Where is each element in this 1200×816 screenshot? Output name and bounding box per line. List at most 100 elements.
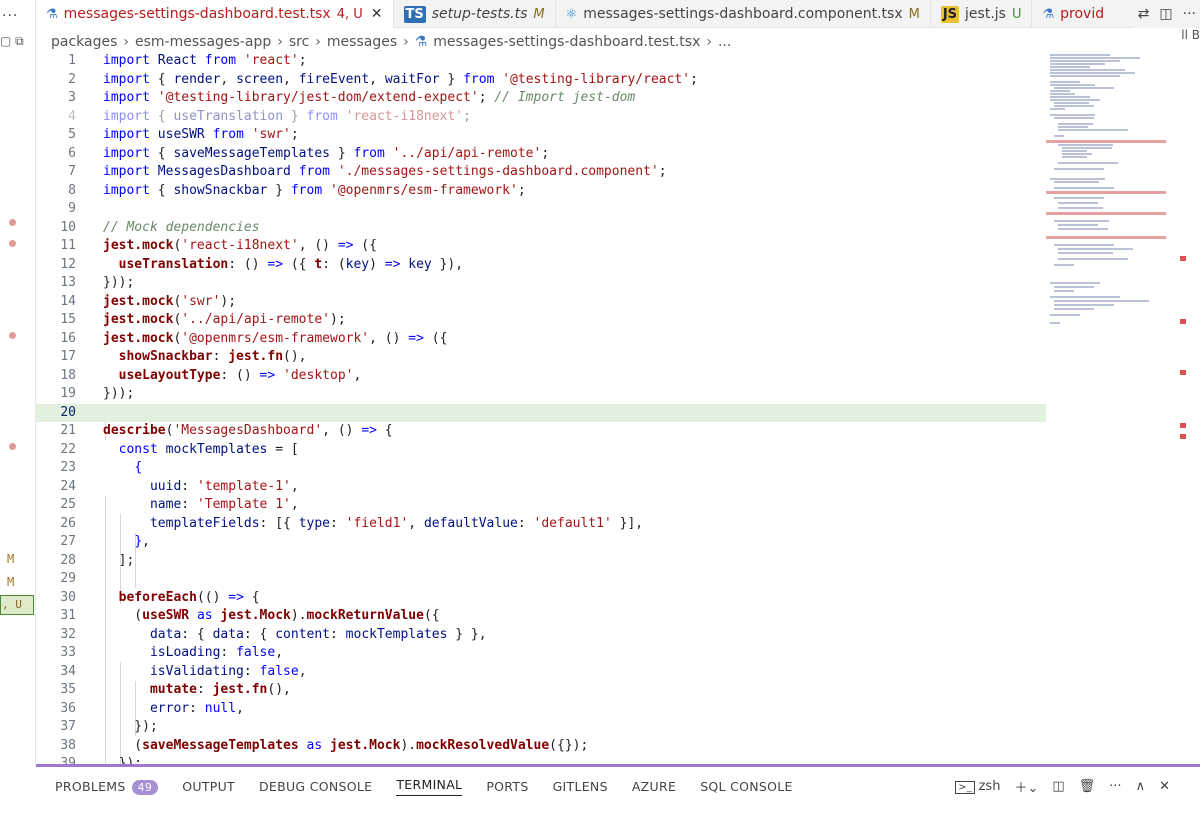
tab-terminal[interactable]: TERMINAL — [396, 777, 463, 796]
terminal-selector[interactable]: >_ zsh — [955, 779, 1000, 794]
code-line: 27 }, — [36, 533, 1046, 552]
breadcrumb-item[interactable]: packages — [51, 34, 117, 50]
code-line: 16 jest.mock('@openmrs/esm-framework', ()… — [36, 330, 1046, 349]
minimap[interactable] — [1046, 52, 1166, 766]
line-number: 31 — [60, 608, 76, 623]
more-icon[interactable]: ... — [2, 4, 18, 20]
line-number: 2 — [68, 71, 76, 87]
close-icon[interactable]: ✕ — [371, 6, 383, 22]
code-line: 29 — [36, 570, 1046, 589]
split-editor-icon[interactable]: ◫ — [1159, 6, 1172, 22]
tab-messages-settings-dashboard-test[interactable]: ⚗ messages-settings-dashboard.test.tsx 4… — [36, 0, 394, 28]
code-line: 30 beforeEach(() => { — [36, 589, 1046, 608]
terminal-name: zsh — [978, 779, 1001, 794]
breadcrumb-item[interactable]: esm-messages-app — [135, 34, 271, 50]
line-number: 3 — [68, 90, 76, 105]
code-line: 24 uuid: 'template-1', — [36, 478, 1046, 497]
code-line: 19})); — [36, 385, 1046, 404]
close-panel-icon[interactable]: ✕ — [1159, 779, 1170, 794]
collapse-icon[interactable]: ▢ ⧉ — [0, 34, 24, 49]
code-line: 36 error: null, — [36, 700, 1046, 719]
code-line: 13})); — [36, 274, 1046, 293]
line-number: 25 — [60, 497, 76, 512]
more-actions-icon[interactable]: ··· — [1183, 6, 1196, 22]
code-line: 3 import '@testing-library/jest-dom/exten… — [36, 89, 1046, 108]
compare-icon[interactable]: ⇄ — [1138, 6, 1150, 22]
line-number: 29 — [60, 571, 76, 586]
line-number: 10 — [60, 219, 76, 235]
code-line: 4 import { useTranslation } from 'react-i… — [36, 108, 1046, 127]
line-number: 35 — [60, 682, 76, 697]
code-line: 9 — [36, 200, 1046, 219]
panel-tab-list: PROBLEMS 49 OUTPUT DEBUG CONSOLE TERMINAL… — [55, 777, 793, 796]
flask-icon: ⚗ — [1042, 6, 1055, 22]
new-terminal-icon[interactable]: ＋⌄ — [1014, 777, 1038, 796]
tab-gitlens[interactable]: GITLENS — [553, 779, 608, 794]
line-number: 4 — [68, 108, 76, 124]
modified-marker: M — [7, 552, 15, 566]
tab-label: jest.js — [965, 6, 1006, 22]
tab-label: provid — [1060, 6, 1105, 22]
chevron-right-icon: › — [403, 34, 409, 50]
line-number: 12 — [60, 256, 76, 272]
tab-label: messages-settings-dashboard.test.tsx — [63, 6, 331, 22]
breadcrumb-item[interactable]: ... — [718, 34, 731, 50]
code-line: 12 useTranslation: () => ({ t: (key) => … — [36, 256, 1046, 275]
tab-messages-settings-dashboard-component[interactable]: ⚛ messages-settings-dashboard.component.… — [556, 0, 931, 28]
editor-scrollbar[interactable] — [1176, 52, 1190, 766]
line-number: 28 — [60, 552, 76, 568]
ts-icon: TS — [403, 5, 426, 23]
trash-icon[interactable]: 🗑 — [1079, 779, 1096, 794]
clipped-label: ll B — [1181, 28, 1200, 42]
code-line: 5 import useSWR from 'swr'; — [36, 126, 1046, 145]
code-line: 17 showSnackbar: jest.fn(), — [36, 348, 1046, 367]
code-line: 35 mutate: jest.fn(), — [36, 681, 1046, 700]
line-number: 21 — [60, 423, 76, 438]
modified-marker: M — [7, 575, 15, 589]
line-number: 13 — [60, 275, 76, 290]
tab-azure[interactable]: AZURE — [632, 779, 676, 794]
flask-icon: ⚗ — [414, 34, 428, 50]
code-line: 22 const mockTemplates = [ — [36, 441, 1046, 460]
code-line: 1 import React from 'react'; — [36, 52, 1046, 71]
problems-count-badge: 49 — [131, 779, 159, 795]
code-line: 2 import { render, screen, fireEvent, wai… — [36, 71, 1046, 90]
line-number: 1 — [68, 53, 76, 68]
code-line: 33 isLoading: false, — [36, 644, 1046, 663]
code-line: 21 describe('MessagesDashboard', () => { — [36, 422, 1046, 441]
line-number: 22 — [60, 441, 76, 457]
tab-ports[interactable]: PORTS — [486, 779, 528, 794]
code-line: 26 templateFields: [{ type: 'field1', de… — [36, 515, 1046, 534]
chevron-right-icon: › — [315, 34, 321, 50]
editor-actions: ⇄ ◫ ··· — [1131, 0, 1196, 28]
tab-output[interactable]: OUTPUT — [182, 779, 235, 794]
tab-label: setup-tests.ts — [431, 6, 528, 22]
code-editor[interactable]: 1 import React from 'react'; 2 import { re… — [36, 52, 1046, 766]
code-line: 28 ]; — [36, 552, 1046, 571]
breadcrumb-item[interactable]: messages-settings-dashboard.test.tsx — [433, 34, 700, 50]
tab-debug-console[interactable]: DEBUG CONSOLE — [259, 779, 372, 794]
maximize-panel-icon[interactable]: ∧ — [1136, 779, 1146, 794]
tab-setup-tests[interactable]: TS setup-tests.ts M — [394, 0, 556, 28]
selected-file-status[interactable]: , U — [0, 595, 34, 615]
code-line: 7 import MessagesDashboard from './messag… — [36, 163, 1046, 182]
split-terminal-icon[interactable]: ◫ — [1052, 779, 1064, 794]
line-number: 17 — [60, 349, 76, 364]
tab-problems[interactable]: PROBLEMS 49 — [55, 779, 159, 795]
js-icon: JS — [940, 5, 960, 23]
tab-jest-js[interactable]: JS jest.js U — [931, 0, 1033, 28]
line-number: 33 — [60, 645, 76, 660]
line-number: 26 — [60, 515, 76, 531]
tab-sql-console[interactable]: SQL CONSOLE — [700, 779, 793, 794]
code-line: 37 }); — [36, 718, 1046, 737]
chevron-right-icon: › — [706, 34, 712, 50]
more-actions-icon[interactable]: ··· — [1109, 779, 1121, 794]
tab-provid[interactable]: ⚗ provid — [1032, 0, 1114, 28]
line-number: 16 — [60, 330, 76, 346]
code-line: 31 (useSWR as jest.Mock).mockReturnValue… — [36, 607, 1046, 626]
breadcrumb-item[interactable]: messages — [327, 34, 397, 50]
line-number: 5 — [68, 127, 76, 142]
error-dot — [9, 240, 16, 247]
line-number: 27 — [60, 534, 76, 549]
breadcrumb-item[interactable]: src — [289, 34, 309, 50]
